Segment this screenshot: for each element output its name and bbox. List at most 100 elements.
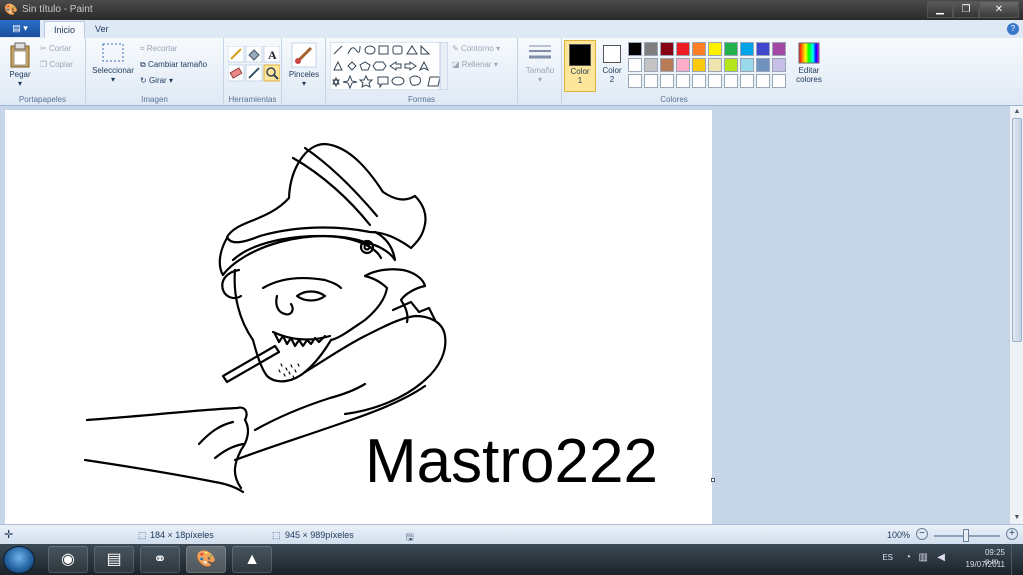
fill-icon: ◪ xyxy=(452,60,460,70)
scroll-down-icon[interactable]: ▼ xyxy=(1012,513,1022,523)
resize-button[interactable]: ⧉ Cambiar tamaño xyxy=(140,60,207,70)
palette-swatch[interactable] xyxy=(692,42,706,56)
palette-swatch[interactable] xyxy=(724,42,738,56)
zoom-out-button[interactable]: − xyxy=(916,528,928,540)
fill-bucket-icon[interactable] xyxy=(245,46,263,63)
help-icon[interactable]: ? xyxy=(1007,23,1019,35)
scroll-thumb[interactable] xyxy=(1012,118,1022,342)
minimize-button[interactable]: ▁ xyxy=(927,1,953,18)
palette-swatch[interactable] xyxy=(772,58,786,72)
palette-swatch[interactable] xyxy=(676,42,690,56)
palette-swatch[interactable] xyxy=(708,74,722,88)
palette-swatch[interactable] xyxy=(628,74,642,88)
canvas-resize-handle[interactable] xyxy=(711,478,715,482)
palette-swatch[interactable] xyxy=(692,58,706,72)
color2-label: Color 2 xyxy=(602,66,622,84)
scroll-up-icon[interactable]: ▲ xyxy=(1012,107,1022,117)
size-button[interactable]: Tamaño ▾ xyxy=(522,42,558,84)
zoom-in-button[interactable]: + xyxy=(1006,528,1018,540)
select-label: Seleccionar xyxy=(92,66,134,75)
network-tray-icon[interactable]: ▥ xyxy=(919,552,928,563)
start-button[interactable] xyxy=(3,546,35,574)
outline-button[interactable]: ✎ Contorno ▾ xyxy=(452,44,500,53)
palette-swatch[interactable] xyxy=(676,74,690,88)
canvas-area: Mastro222 xyxy=(0,106,1009,524)
palette-swatch[interactable] xyxy=(644,42,658,56)
clock-tray-icon[interactable]: ◔ xyxy=(905,552,911,563)
palette-swatch[interactable] xyxy=(740,74,754,88)
drawing-canvas[interactable]: Mastro222 xyxy=(5,110,712,524)
zoom-slider-thumb[interactable] xyxy=(963,529,969,542)
fill-button[interactable]: ◪ Rellenar ▾ xyxy=(452,60,498,69)
chevron-down-icon: ▾ xyxy=(17,79,22,88)
palette-swatch[interactable] xyxy=(772,42,786,56)
palette-swatch[interactable] xyxy=(644,74,658,88)
eye xyxy=(295,290,327,302)
magnifier-icon[interactable] xyxy=(263,64,280,82)
maximize-button[interactable]: ❐ xyxy=(953,1,979,18)
palette-swatch[interactable] xyxy=(740,42,754,56)
clipboard-icon xyxy=(10,42,30,68)
palette-swatch[interactable] xyxy=(708,58,722,72)
status-bar: ✛ ⬚ 184 × 18píxeles ⬚ 945 × 989píxeles 🖫… xyxy=(0,524,1023,544)
palette-swatch[interactable] xyxy=(756,58,770,72)
edit-colors-button[interactable]: Editar colores xyxy=(792,42,826,84)
color1-button[interactable]: Color 1 xyxy=(564,40,596,92)
crop-button[interactable]: ⌗ Recortar xyxy=(140,44,177,54)
palette-swatch[interactable] xyxy=(628,58,642,72)
title-bar: 🎨 Sin título - Paint ▁ ❐ ✕ xyxy=(0,0,1023,20)
palette-swatch[interactable] xyxy=(740,58,754,72)
paint-icon[interactable]: 🎨 xyxy=(4,3,18,17)
file-menu-button[interactable]: ▤ ▾ xyxy=(0,20,40,37)
explorer-taskbar-icon[interactable]: ▤ xyxy=(94,546,134,573)
tab-view[interactable]: Ver xyxy=(86,21,118,38)
paste-button[interactable]: Pegar ▾ xyxy=(4,42,36,88)
sleeve-bottom xyxy=(83,458,245,494)
network-taskbar-icon[interactable]: ⚭ xyxy=(140,546,180,573)
palette-swatch[interactable] xyxy=(676,58,690,72)
text-icon[interactable]: A xyxy=(263,46,280,63)
palette-swatch[interactable] xyxy=(708,42,722,56)
canvas-signature-text: Mastro222 xyxy=(365,427,658,496)
outline-icon: ✎ xyxy=(452,44,459,54)
palette-swatch[interactable] xyxy=(644,58,658,72)
palette-swatch[interactable] xyxy=(692,74,706,88)
eraser-icon[interactable] xyxy=(228,64,245,82)
palette-swatch[interactable] xyxy=(660,74,674,88)
color-picker-icon[interactable] xyxy=(245,64,263,82)
app-taskbar-icon[interactable]: ▲ xyxy=(232,546,272,573)
brushes-button[interactable]: Pinceles ▾ xyxy=(286,42,322,88)
chrome-taskbar-icon[interactable]: ◉ xyxy=(48,546,88,573)
rotate-button[interactable]: ↻ Girar ▾ xyxy=(140,76,173,85)
palette-swatch[interactable] xyxy=(724,58,738,72)
cut-button[interactable]: ✂ Cortar xyxy=(40,44,71,53)
show-desktop-button[interactable] xyxy=(1011,544,1023,575)
selection-size: 184 × 18píxeles xyxy=(150,530,214,540)
select-icon xyxy=(102,43,124,62)
palette-swatch[interactable] xyxy=(724,74,738,88)
palette-swatch[interactable] xyxy=(756,74,770,88)
group-tools: A Herramientas xyxy=(224,38,282,106)
select-button[interactable]: Seleccionar ▾ xyxy=(90,42,136,84)
tools-grid: A xyxy=(228,46,280,82)
tab-home[interactable]: Inicio xyxy=(44,21,86,38)
ribbon: Pegar ▾ ✂ Cortar ❐ Copiar Portapapeles S… xyxy=(0,38,1023,106)
nose xyxy=(275,294,294,316)
palette-swatch[interactable] xyxy=(772,74,786,88)
language-indicator[interactable]: ES xyxy=(882,553,893,562)
pencil-icon[interactable] xyxy=(228,46,245,63)
close-button[interactable]: ✕ xyxy=(979,1,1019,18)
clock-date[interactable]: 19/07/2011 xyxy=(966,560,1005,569)
window-title: Sin título - Paint xyxy=(22,4,93,15)
volume-icon[interactable]: ◀ xyxy=(937,552,945,563)
palette-swatch[interactable] xyxy=(756,42,770,56)
palette-swatch[interactable] xyxy=(628,42,642,56)
vertical-scrollbar[interactable]: ▲ ▼ xyxy=(1009,106,1023,524)
color2-button[interactable]: Color 2 xyxy=(598,40,626,92)
palette-swatch[interactable] xyxy=(660,42,674,56)
clipboard-group-label: Portapapeles xyxy=(18,95,67,104)
copy-button[interactable]: ❐ Copiar xyxy=(40,60,73,69)
shapes-gallery[interactable] xyxy=(330,42,448,90)
paint-taskbar-icon[interactable]: 🎨 xyxy=(186,546,226,573)
palette-swatch[interactable] xyxy=(660,58,674,72)
